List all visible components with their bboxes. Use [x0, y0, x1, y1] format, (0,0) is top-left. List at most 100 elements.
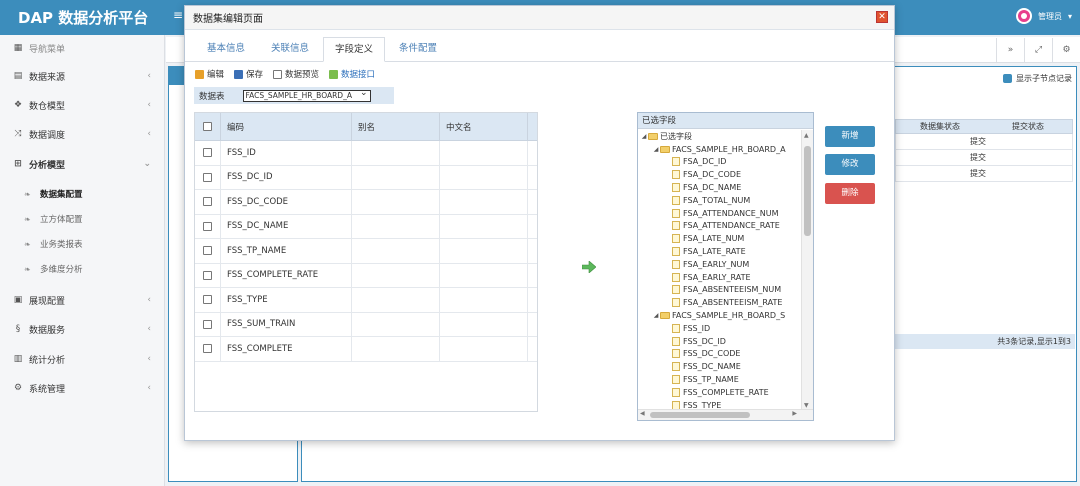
scroll-right-icon[interactable]: ▶: [792, 410, 797, 417]
row-checkbox[interactable]: [195, 239, 221, 263]
tree-node-field[interactable]: FSA_LATE_RATE: [638, 245, 802, 258]
scroll-thumb[interactable]: [650, 412, 750, 418]
sidebar-sub-multidim-analysis[interactable]: ❧ 多维度分析: [0, 257, 165, 281]
tree-node-field[interactable]: FSA_DC_CODE: [638, 168, 802, 181]
tree-node-field[interactable]: FSA_DC_NAME: [638, 181, 802, 194]
tree-node-field[interactable]: FSA_EARLY_RATE: [638, 271, 802, 284]
table-row[interactable]: 提交: [895, 134, 1073, 150]
move-right-icon[interactable]: [582, 261, 596, 273]
row-checkbox[interactable]: [195, 190, 221, 214]
field-label: FSA_ATTENDANCE_NUM: [683, 208, 779, 218]
tree-node-root[interactable]: ◢ 已选字段: [638, 130, 802, 143]
fullscreen-icon[interactable]: ⤢: [1024, 38, 1052, 62]
tree-node-field[interactable]: FSA_TOTAL_NUM: [638, 194, 802, 207]
field-label: FSA_DC_ID: [683, 157, 727, 167]
menu-toggle-icon[interactable]: ≡: [173, 8, 183, 22]
sidebar: ▦ 导航菜单 ▤ 数据来源 ‹ ❖ 数仓模型 ‹ ⤨ 数据调度 ‹ ⊞ 分析模型…: [0, 35, 165, 486]
table-row[interactable]: 提交: [895, 166, 1073, 182]
row-checkbox[interactable]: [195, 263, 221, 287]
tree-node-field[interactable]: FSA_ABSENTEEISM_NUM: [638, 284, 802, 297]
edit-button[interactable]: 编辑: [195, 68, 224, 80]
table-row[interactable]: FSS_TYPE: [195, 288, 537, 313]
tree-node-field[interactable]: FSA_EARLY_NUM: [638, 258, 802, 271]
add-button[interactable]: 新增: [825, 126, 875, 147]
app-title: DAP 数据分析平台: [18, 9, 149, 27]
file-icon: [672, 387, 680, 397]
sidebar-item-scheduling[interactable]: ⤨ 数据调度 ‹: [0, 121, 165, 147]
sidebar-sub-dataset-config[interactable]: ❧ 数据集配置: [0, 182, 165, 206]
row-checkbox[interactable]: [195, 337, 221, 361]
sidebar-sub-business-report[interactable]: ❧ 业务类报表: [0, 232, 165, 256]
sidebar-item-data-source[interactable]: ▤ 数据来源 ‹: [0, 63, 165, 89]
sidebar-item-analysis-model[interactable]: ⊞ 分析模型 ⌄: [0, 151, 165, 177]
sidebar-item-system-admin[interactable]: ⚙ 系统管理 ‹: [0, 375, 165, 401]
tab-condition-config[interactable]: 条件配置: [388, 37, 448, 62]
tab-field-definition[interactable]: 字段定义: [323, 37, 385, 62]
collapse-icon[interactable]: ◢: [652, 312, 660, 319]
select-all-checkbox[interactable]: [195, 113, 221, 140]
table-row[interactable]: FSS_TP_NAME: [195, 239, 537, 264]
tree-node-field[interactable]: FSS_ID: [638, 322, 802, 335]
data-preview-button[interactable]: 数据预览: [273, 68, 319, 80]
row-checkbox[interactable]: [195, 165, 221, 189]
data-interface-button[interactable]: 数据接口: [329, 68, 375, 80]
gear-icon: ⚙: [13, 383, 23, 393]
scroll-left-icon[interactable]: ◀: [640, 410, 645, 417]
tree-node-field[interactable]: FSS_TP_NAME: [638, 373, 802, 386]
table-row[interactable]: FSS_DC_ID: [195, 165, 537, 190]
sidebar-item-data-service[interactable]: § 数据服务 ‹: [0, 316, 165, 342]
horizontal-scrollbar[interactable]: ◀ ▶: [638, 409, 813, 420]
tree-node-field[interactable]: FSA_ATTENDANCE_RATE: [638, 220, 802, 233]
settings-icon[interactable]: ⚙: [1052, 38, 1080, 62]
row-checkbox[interactable]: [195, 141, 221, 165]
tree-node-field[interactable]: FSS_DC_CODE: [638, 348, 802, 361]
scroll-down-icon[interactable]: ▼: [804, 402, 809, 409]
tree-node-group[interactable]: ◢ FACS_SAMPLE_HR_BOARD_A: [638, 143, 802, 156]
table-row[interactable]: FSS_DC_NAME: [195, 214, 537, 239]
sidebar-item-warehouse[interactable]: ❖ 数仓模型 ‹: [0, 92, 165, 118]
modify-button[interactable]: 修改: [825, 154, 875, 175]
sidebar-item-display-config[interactable]: ▣ 展现配置 ‹: [0, 287, 165, 313]
table-row[interactable]: FSS_COMPLETE_RATE: [195, 263, 537, 288]
save-button[interactable]: 保存: [234, 68, 263, 80]
close-icon[interactable]: ✕: [876, 11, 888, 23]
tree-node-field[interactable]: FSA_ABSENTEEISM_RATE: [638, 296, 802, 309]
table-row[interactable]: FSS_DC_CODE: [195, 190, 537, 215]
user-menu[interactable]: 管理员 ▾: [1015, 8, 1072, 24]
row-checkbox[interactable]: [195, 312, 221, 336]
tree-node-field[interactable]: FSS_COMPLETE_RATE: [638, 386, 802, 399]
forward-icon[interactable]: »: [996, 38, 1024, 62]
tab-basic-info[interactable]: 基本信息: [197, 37, 255, 62]
table-row[interactable]: 提交: [895, 150, 1073, 166]
table-row[interactable]: FSS_ID: [195, 141, 537, 166]
tree-node-field[interactable]: FSA_ATTENDANCE_NUM: [638, 207, 802, 220]
field-label: FSS_TP_NAME: [683, 375, 739, 385]
tree-node-field[interactable]: FSS_DC_NAME: [638, 360, 802, 373]
table-row[interactable]: FSS_SUM_TRAIN: [195, 312, 537, 337]
collapse-icon[interactable]: ◢: [640, 133, 648, 140]
row-checkbox[interactable]: [195, 214, 221, 238]
scroll-thumb[interactable]: [804, 146, 811, 236]
chart-icon: ⊞: [14, 159, 22, 169]
file-icon: [672, 247, 680, 257]
tab-relation-info[interactable]: 关联信息: [260, 37, 320, 62]
chevron-down-icon: ⌄: [143, 159, 151, 169]
tree-node-field[interactable]: FSA_LATE_NUM: [638, 232, 802, 245]
sidebar-item-statistics[interactable]: ▥ 统计分析 ‹: [0, 346, 165, 372]
scroll-up-icon[interactable]: ▲: [804, 132, 809, 139]
field-label: FSS_ID: [683, 323, 711, 333]
tree-node-field[interactable]: FSS_DC_ID: [638, 335, 802, 348]
sidebar-sub-cube-config[interactable]: ❧ 立方体配置: [0, 207, 165, 231]
table-row[interactable]: FSS_COMPLETE: [195, 337, 537, 362]
delete-button[interactable]: 删除: [825, 183, 875, 204]
show-child-records-toggle[interactable]: 显示子节点记录: [1003, 73, 1072, 84]
vertical-scrollbar[interactable]: ▲ ▼: [801, 130, 813, 411]
collapse-icon[interactable]: ◢: [652, 146, 660, 153]
table-header: 数据集状态 提交状态: [895, 119, 1073, 134]
row-checkbox[interactable]: [195, 288, 221, 312]
cubes-icon: ❖: [13, 100, 23, 110]
tree-node-field[interactable]: FSA_DC_ID: [638, 156, 802, 169]
table-select[interactable]: FACS_SAMPLE_HR_BOARD_A: [242, 89, 371, 102]
tree-node-group[interactable]: ◢ FACS_SAMPLE_HR_BOARD_S: [638, 309, 802, 322]
field-label: FSA_LATE_NUM: [683, 234, 745, 244]
